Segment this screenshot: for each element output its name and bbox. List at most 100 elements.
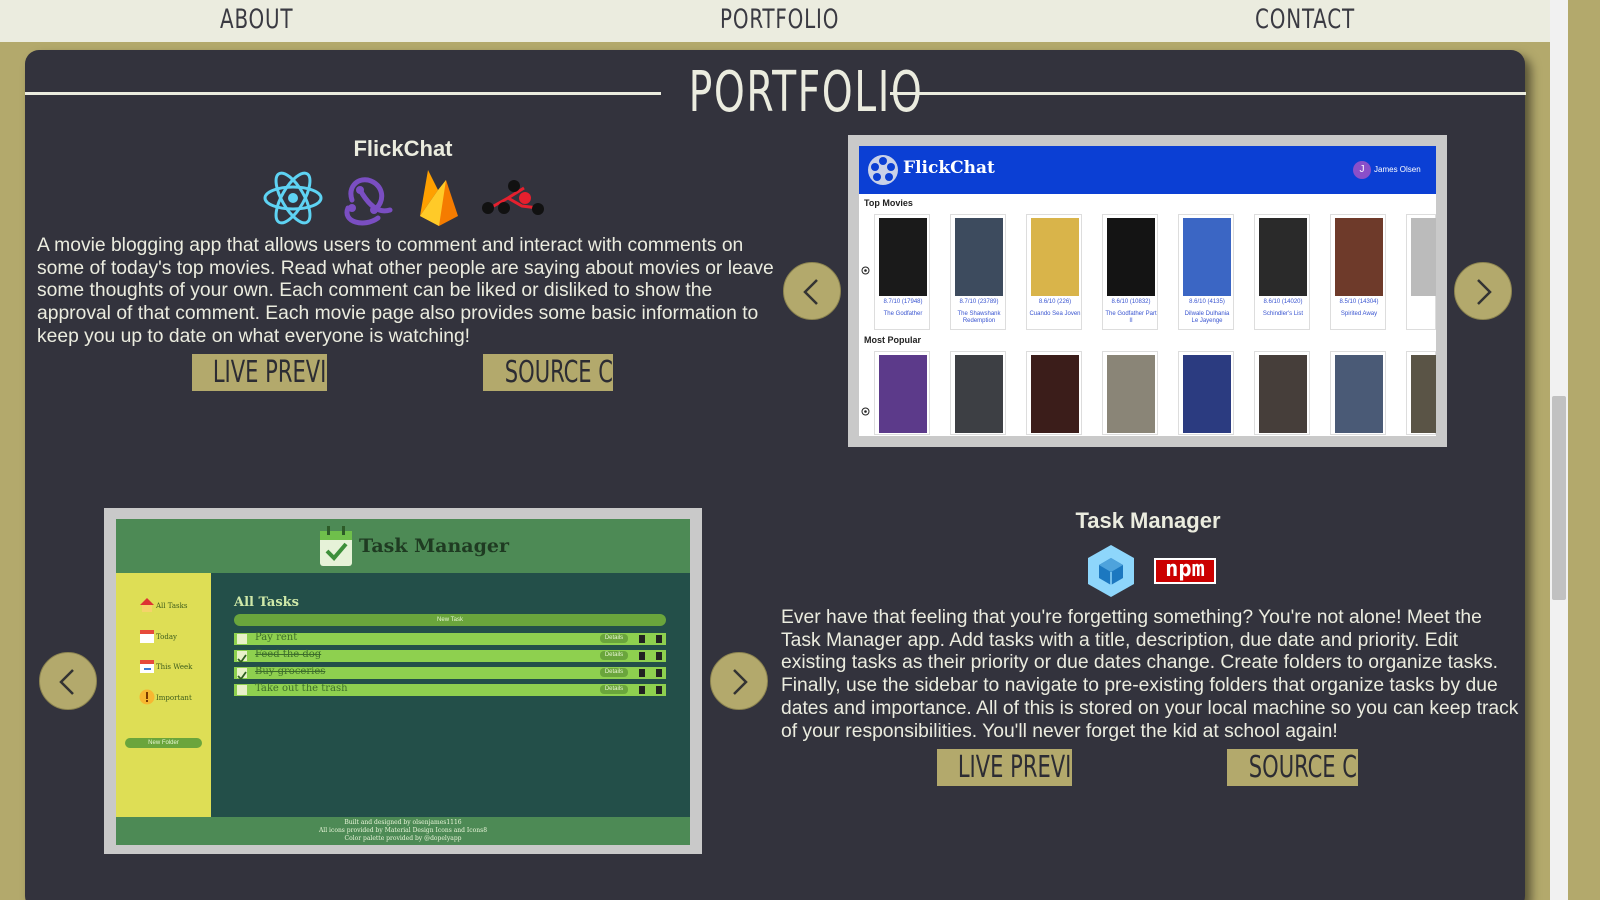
flickchat-live-preview-button[interactable]: LIVE PREVIEW [192,354,327,391]
flickchat-screenshot: FlickChat J James Olsen Top Movies Most … [848,135,1447,447]
task-manager-carousel-prev-button[interactable] [39,652,97,710]
nav-contact-link[interactable]: CONTACT [1255,4,1355,35]
edit-icon[interactable] [639,635,645,643]
movie-card[interactable]: 8.6/10 (14020) Schindler's List [1254,214,1310,330]
chevron-left-icon [803,279,818,305]
webpack-icon [1088,545,1134,597]
movie-card[interactable] [1026,351,1082,435]
flickchat-app-name: FlickChat [903,158,995,178]
sidebar-item-all-tasks[interactable]: All Tasks [156,602,187,610]
task-row[interactable]: Take out the trash Details [234,683,666,696]
movie-rating: 8.7/10 (17948) [883,299,923,305]
movie-poster-image [1411,218,1436,296]
movie-poster-image [1107,218,1155,296]
project-description-task-manager: Ever have that feeling that you're forge… [781,607,1519,742]
npm-logo-text: npm [1165,557,1205,582]
task-details-button[interactable]: Details [600,668,628,677]
delete-icon[interactable] [656,635,662,643]
calendar-check-icon [320,526,352,566]
top-nav: ABOUT PORTFOLIO CONTACT [0,0,1550,42]
movie-rating: 8.6/10 (14020) [1263,299,1303,305]
task-manager-sidebar: All Tasks Today This Week Important New … [116,573,211,817]
task-title: Take out the trash [255,683,348,694]
task-manager-source-code-button[interactable]: SOURCE CODE [1227,749,1358,786]
movie-poster-image [879,355,927,433]
movie-card[interactable]: 8.6/10 (4135) Dilwale Dulhania Le Jayenge [1178,214,1234,330]
movie-card[interactable]: 8.5/10 (14304) Spirited Away [1330,214,1386,330]
footer-palette-credit: Color palette provided by @dopelyapp [344,835,462,842]
all-tasks-heading: All Tasks [234,595,299,610]
task-manager-app-name: Task Manager [359,535,509,557]
task-manager-app-header: Task Manager [116,519,690,573]
new-task-button[interactable]: New Task [234,614,666,626]
movie-card[interactable] [1406,214,1436,330]
movie-card[interactable]: 8.7/10 (23789) The Shawshank Redemption [950,214,1006,330]
movie-card[interactable]: 8.6/10 (10832) The Godfather Part II [1102,214,1158,330]
movie-poster-image [1259,218,1307,296]
edit-icon[interactable] [639,686,645,694]
movie-name: Cuando Sea Joven [1029,311,1081,317]
project-title-task-manager: Task Manager [1075,508,1221,533]
section-title: PORTFOLIO [688,60,924,125]
movie-poster-image [1335,218,1383,296]
project-description-flickchat: A movie blogging app that allows users t… [37,235,774,347]
task-title: Buy groceries [255,666,326,677]
new-folder-button[interactable]: New Folder [125,738,202,748]
project-title-flickchat: FlickChat [353,136,453,161]
top-movies-heading: Top Movies [864,198,913,208]
delete-icon[interactable] [656,652,662,660]
task-row[interactable]: Pay rent Details [234,632,666,645]
chevron-right-icon [1477,279,1492,305]
flickchat-carousel-prev-button[interactable] [783,262,841,320]
task-details-button[interactable]: Details [600,685,628,694]
task-checkbox[interactable] [237,634,247,644]
task-details-button[interactable]: Details [600,651,628,660]
react-icon [263,171,323,225]
sidebar-item-today[interactable]: Today [156,633,177,641]
movie-card[interactable] [1178,351,1234,435]
movie-poster-image [879,218,927,296]
movie-poster-image [1107,355,1155,433]
task-row[interactable]: Feed the dog Details [234,649,666,664]
task-details-button[interactable]: Details [600,634,628,643]
movie-card[interactable] [1330,351,1386,435]
movie-card[interactable]: 8.6/10 (226) Cuando Sea Joven [1026,214,1082,330]
movie-card[interactable] [1254,351,1310,435]
task-manager-live-preview-button[interactable]: LIVE PREVIEW [937,749,1072,786]
chevron-left-icon [59,669,74,695]
task-manager-carousel-next-button[interactable] [710,652,768,710]
movie-card[interactable] [1406,351,1436,435]
movie-card[interactable] [1102,351,1158,435]
task-checkbox[interactable] [237,685,247,695]
movie-card[interactable] [874,351,930,435]
sidebar-item-this-week[interactable]: This Week [156,663,192,671]
task-row[interactable]: Buy groceries Details [234,666,666,681]
checkmark-icon [237,654,247,664]
flickchat-source-code-button[interactable]: SOURCE CODE [483,354,613,391]
delete-icon[interactable] [656,686,662,694]
edit-icon[interactable] [639,669,645,677]
movie-name: The Godfather [883,311,923,317]
sidebar-item-important[interactable]: Important [156,694,192,702]
nav-about-link[interactable]: ABOUT [220,4,293,35]
title-divider-left [25,92,661,95]
movie-rating: 8.5/10 (14304) [1339,299,1379,305]
task-checkbox[interactable] [237,668,247,681]
movie-poster-image [1335,355,1383,433]
row-scroll-left-icon [861,266,870,275]
nav-portfolio-link[interactable]: PORTFOLIO [720,4,839,35]
film-reel-icon [868,155,898,185]
scrollbar-thumb[interactable] [1552,396,1566,600]
movie-poster-image [1031,355,1079,433]
task-checkbox[interactable] [237,651,247,664]
calendar-week-icon [140,660,154,673]
movie-card[interactable] [950,351,1006,435]
movie-card[interactable]: 8.7/10 (17948) The Godfather [874,214,930,330]
movie-poster-image [955,355,1003,433]
edit-icon[interactable] [639,652,645,660]
delete-icon[interactable] [656,669,662,677]
flickchat-carousel-next-button[interactable] [1454,262,1512,320]
flickchat-user-name: James Olsen [1374,165,1421,174]
chevron-right-icon [733,669,748,695]
movie-name: Spirited Away [1340,311,1378,317]
